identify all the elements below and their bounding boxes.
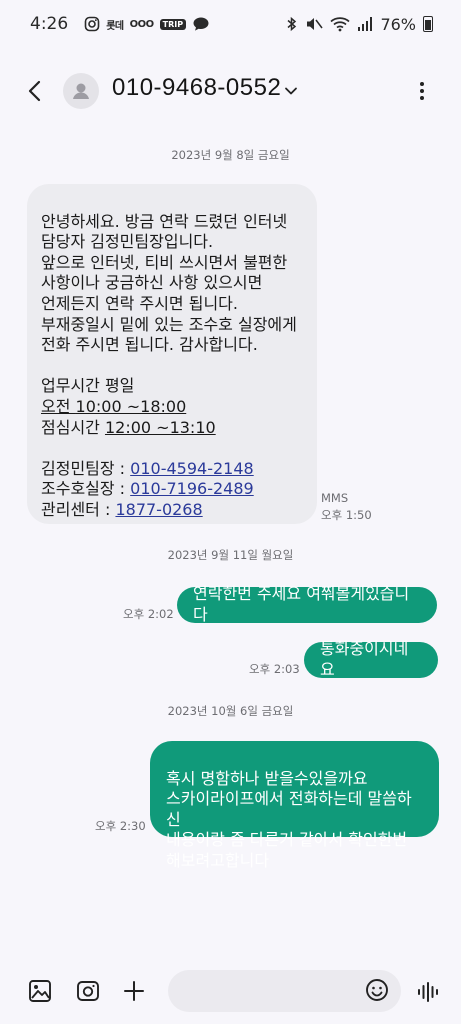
outgoing-message-bubble[interactable]: 통화중이시네요	[304, 639, 438, 679]
outgoing-message-bubble[interactable]: 연락한번 주세요 여쭤볼게있습니다	[177, 584, 437, 624]
message-time: 오후 2:30	[95, 819, 146, 833]
contact-line-1: 김정민팀장 : 010-4594-2148	[41, 458, 254, 478]
phone-link[interactable]: 010-7196-2489	[130, 479, 254, 498]
bluetooth-icon	[286, 16, 298, 32]
back-arrow-icon[interactable]	[22, 78, 48, 104]
status-time: 4:26	[30, 14, 69, 34]
message-time: 오후 2:02	[123, 607, 174, 621]
instagram-icon	[84, 16, 100, 32]
contact-line-3: 관리센터 : 1877-0268	[41, 499, 203, 519]
date-separator: 2023년 9월 11일 월요일	[167, 548, 294, 562]
phone-link[interactable]: 1877-0268	[115, 500, 202, 519]
message-text: 연락한번 주세요 여쭤볼게있습니다	[193, 584, 410, 624]
battery-icon	[423, 16, 433, 32]
voice-input-icon[interactable]	[416, 980, 442, 1004]
chat-icon	[192, 16, 210, 32]
amex-icon: OOO	[129, 18, 155, 30]
gallery-icon[interactable]	[27, 978, 55, 1006]
date-separator: 2023년 9월 8일 금요일	[171, 148, 290, 162]
business-hours-am[interactable]: 오전 10:00 ~18:00	[41, 397, 186, 416]
status-left: 4:26 롯데 OOO TRIP	[30, 14, 210, 34]
phone-link[interactable]: 010-4594-2148	[130, 459, 254, 478]
contact-name[interactable]: 010-9468-0552	[112, 74, 281, 102]
signal-icon	[357, 16, 373, 32]
message-text: 통화중이시네요	[320, 639, 409, 679]
mute-icon	[305, 16, 324, 32]
message-time: 오후 2:03	[249, 662, 300, 676]
status-right: 76%	[286, 15, 433, 34]
lotte-icon: 롯데	[106, 20, 124, 32]
chevron-down-icon[interactable]	[284, 84, 298, 98]
lunch-hours[interactable]: 점심시간 12:00 ~13:10	[41, 418, 216, 437]
message-text: 혹시 명함하나 받을수있을까요 스카이라이프에서 전화하는데 말씀하신 내용이랑…	[166, 768, 412, 870]
more-options-icon[interactable]	[410, 79, 434, 103]
message-text: 안녕하세요. 방금 연락 드렸던 인터넷 담당자 김정민팀장입니다. 앞으로 인…	[41, 211, 297, 355]
message-meta: MMS 오후 1:50	[321, 490, 372, 524]
incoming-message-bubble[interactable]: 안녕하세요. 방금 연락 드렸던 인터넷 담당자 김정민팀장입니다. 앞으로 인…	[27, 184, 317, 524]
status-bar: 4:26 롯데 OOO TRIP 76%	[0, 0, 461, 48]
add-attachment-icon[interactable]	[121, 978, 149, 1006]
message-type: MMS	[321, 491, 349, 505]
avatar[interactable]	[63, 73, 99, 109]
message-time: 오후 1:50	[321, 508, 372, 522]
emoji-icon[interactable]	[364, 977, 392, 1005]
outgoing-message-bubble[interactable]: 혹시 명함하나 받을수있을까요 스카이라이프에서 전화하는데 말씀하신 내용이랑…	[150, 741, 439, 870]
trip-icon: TRIP	[159, 18, 187, 30]
camera-icon[interactable]	[75, 978, 103, 1006]
business-hours-label: 업무시간 평일	[41, 376, 135, 396]
compose-bar	[0, 960, 461, 1024]
conversation-header: 010-9468-0552	[0, 60, 461, 122]
battery-percent: 76%	[380, 14, 416, 34]
date-separator: 2023년 10월 6일 금요일	[167, 704, 294, 718]
wifi-icon	[330, 16, 351, 32]
contact-line-2: 조수호실장 : 010-7196-2489	[41, 479, 254, 499]
messages-screen: 4:26 롯데 OOO TRIP 76% 010-9468-0552 2023년…	[0, 0, 461, 1024]
